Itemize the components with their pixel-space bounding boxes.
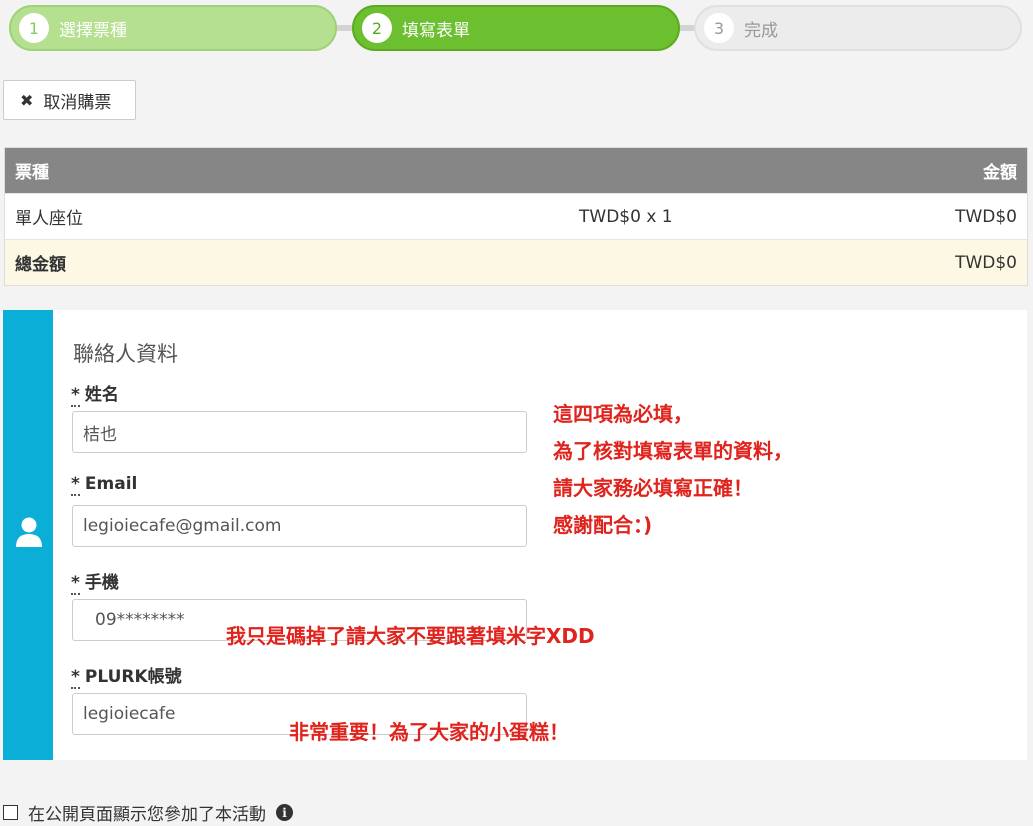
plurk-label: * PLURK帳號 xyxy=(71,662,182,689)
required-note-line: 為了核對填寫表單的資料， xyxy=(553,439,793,463)
ticket-summary-table: 票種 金額 單人座位 TWD$0 x 1 TWD$0 總金額 TWD$0 xyxy=(4,147,1028,286)
name-input[interactable]: 桔也 xyxy=(72,411,527,453)
step-number: 2 xyxy=(362,13,392,43)
ticket-qty-cell: TWD$0 x 1 xyxy=(579,206,673,227)
phone-note: 我只是碼掉了請大家不要跟著填米字XDD xyxy=(226,624,595,648)
phone-label: * 手機 xyxy=(71,568,119,595)
header-amount: 金額 xyxy=(983,163,1017,183)
user-icon xyxy=(16,517,42,547)
public-display-label: 在公開頁面顯示您參加了本活動 xyxy=(28,805,266,825)
plurk-label-text: PLURK帳號 xyxy=(84,667,182,687)
required-note-line: 這四項為必填， xyxy=(553,402,693,426)
step-fill-form: 2 填寫表單 xyxy=(352,5,680,51)
plurk-note: 非常重要！為了大家的小蛋糕！ xyxy=(289,720,569,744)
public-display-option: 在公開頁面顯示您參加了本活動 i xyxy=(3,800,293,825)
total-label: 總金額 xyxy=(15,255,66,275)
name-label: * 姓名 xyxy=(71,380,119,407)
required-marker: * xyxy=(71,474,80,496)
ticket-amount-cell: TWD$0 xyxy=(955,206,1017,227)
info-icon[interactable]: i xyxy=(276,804,293,821)
step-label: 完成 xyxy=(744,20,778,41)
required-note-line: 請大家務必填寫正確！ xyxy=(553,476,753,500)
step-label: 填寫表單 xyxy=(402,20,470,41)
ticket-type-cell: 單人座位 xyxy=(15,209,83,229)
required-note: 這四項為必填， 為了核對填寫表單的資料， 請大家務必填寫正確！ 感謝配合：) xyxy=(553,396,793,544)
contact-panel: 聯絡人資料 * 姓名 桔也 * Email legioiecafe@gmail.co… xyxy=(3,310,1027,760)
email-input[interactable]: legioiecafe@gmail.com xyxy=(72,505,527,547)
required-marker: * xyxy=(71,573,80,595)
table-header: 票種 金額 xyxy=(5,148,1027,193)
header-ticket-type: 票種 xyxy=(15,163,49,183)
step-number: 3 xyxy=(704,13,734,43)
email-label: * Email xyxy=(71,474,138,496)
table-row: 單人座位 TWD$0 x 1 TWD$0 xyxy=(5,193,1027,239)
email-label-text: Email xyxy=(84,474,138,494)
public-display-checkbox[interactable] xyxy=(3,805,18,820)
required-note-line: 感謝配合：) xyxy=(553,513,653,537)
cancel-purchase-button[interactable]: ✖ 取消購票 xyxy=(3,80,136,120)
step-label: 選擇票種 xyxy=(59,20,127,41)
step-select-ticket[interactable]: 1 選擇票種 xyxy=(9,5,337,51)
contact-section-title: 聯絡人資料 xyxy=(73,342,178,366)
step-number: 1 xyxy=(19,13,49,43)
cancel-button-label: 取消購票 xyxy=(43,92,112,113)
close-icon: ✖ xyxy=(20,90,34,110)
total-amount: TWD$0 xyxy=(955,252,1017,273)
total-row: 總金額 TWD$0 xyxy=(5,239,1027,285)
step-complete: 3 完成 xyxy=(694,5,1022,51)
phone-label-text: 手機 xyxy=(84,573,119,593)
required-marker: * xyxy=(71,385,80,407)
required-marker: * xyxy=(71,667,80,689)
name-label-text: 姓名 xyxy=(84,385,119,405)
